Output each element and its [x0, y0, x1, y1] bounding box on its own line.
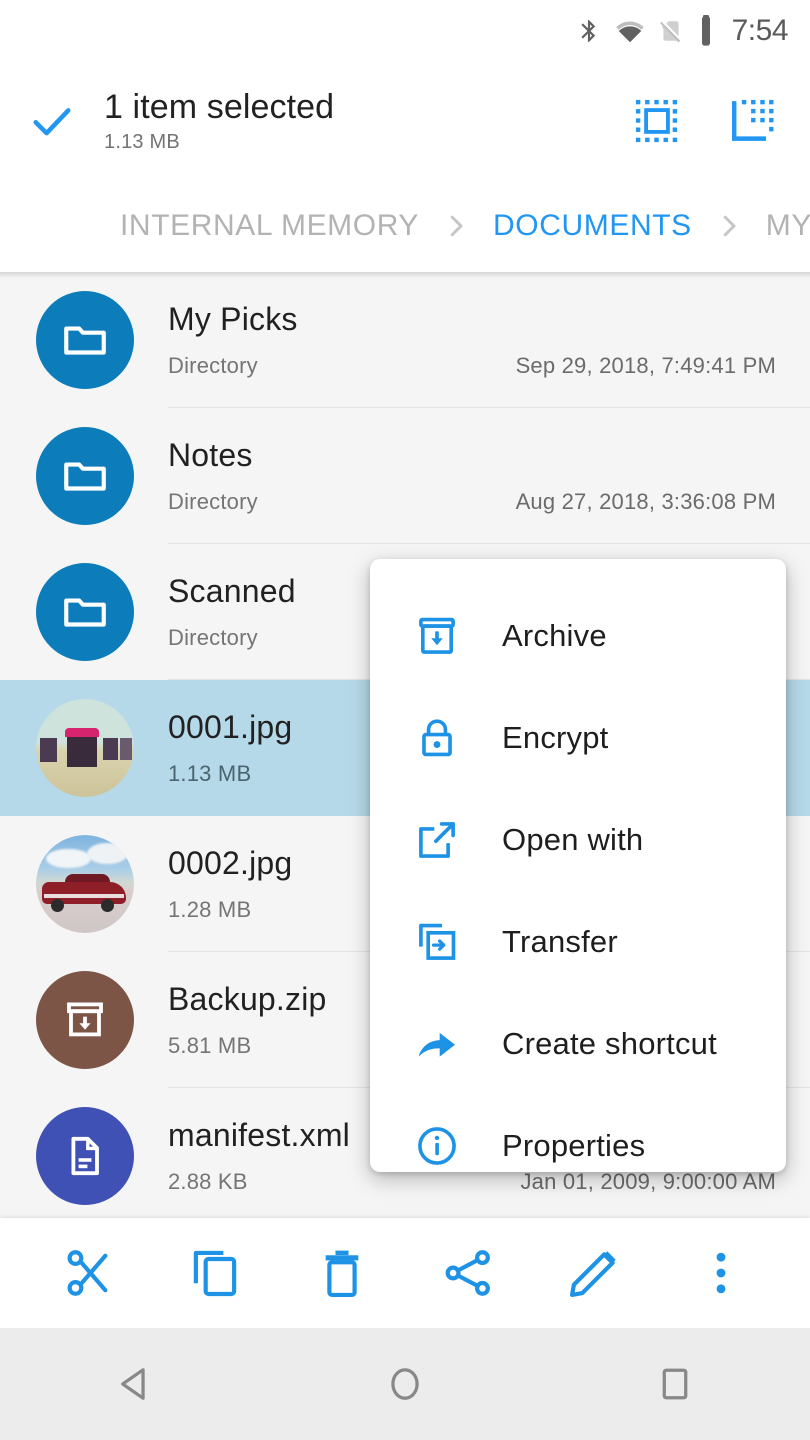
delete-button[interactable]	[305, 1236, 379, 1310]
more-vertical-icon	[716, 1252, 726, 1294]
share-icon	[445, 1250, 491, 1296]
row-content: Notes Directory Aug 27, 2018, 3:36:08 PM	[168, 437, 776, 515]
file-meta: 1.13 MB	[168, 760, 252, 786]
avatar	[36, 563, 134, 661]
menu-item-encrypt[interactable]: Encrypt	[370, 687, 786, 789]
status-bar-clock: 7:54	[731, 14, 789, 47]
breadcrumb-item-my-picks[interactable]: MY P	[766, 209, 810, 243]
menu-item-label: Properties	[502, 1128, 646, 1163]
image-thumbnail	[36, 835, 134, 933]
file-meta: 2.88 KB	[168, 1168, 248, 1194]
app-bar-actions	[630, 94, 810, 148]
file-name: Notes	[168, 437, 253, 474]
battery-icon	[697, 15, 715, 47]
wifi-icon	[615, 15, 645, 47]
file-meta: Directory	[168, 624, 258, 650]
square-recents-icon	[662, 1368, 688, 1400]
avatar	[36, 699, 134, 797]
breadcrumb-item-internal-memory[interactable]: INTERNAL MEMORY	[120, 209, 419, 243]
triangle-back-icon	[121, 1368, 145, 1400]
file-meta: Directory	[168, 488, 258, 514]
avatar	[36, 971, 134, 1069]
avatar	[36, 291, 134, 389]
menu-item-label: Encrypt	[502, 720, 609, 755]
invert-selection-icon	[732, 99, 774, 141]
trash-icon	[325, 1250, 359, 1298]
circle-home-icon	[391, 1368, 419, 1400]
breadcrumb: INTERNAL MEMORY DOCUMENTS MY P	[0, 180, 810, 272]
menu-item-create-shortcut[interactable]: Create shortcut	[370, 993, 786, 1095]
file-date: Sep 29, 2018, 7:49:41 PM	[515, 352, 776, 378]
archive-icon	[414, 613, 474, 659]
rename-button[interactable]	[557, 1236, 631, 1310]
lock-icon	[414, 715, 474, 761]
scissors-icon	[67, 1250, 108, 1296]
archive-icon	[67, 1002, 103, 1037]
avatar	[36, 1107, 134, 1205]
android-nav-bar	[0, 1328, 810, 1440]
nav-back-button[interactable]	[80, 1349, 190, 1419]
breadcrumb-item-documents[interactable]: DOCUMENTS	[493, 209, 692, 243]
share-button[interactable]	[431, 1236, 505, 1310]
transfer-icon	[414, 919, 474, 965]
folder-icon	[64, 598, 106, 627]
nav-home-button[interactable]	[350, 1349, 460, 1419]
shortcut-arrow-icon	[414, 1021, 474, 1067]
cut-button[interactable]	[52, 1236, 126, 1310]
menu-item-archive[interactable]: Archive	[370, 585, 786, 687]
avatar	[36, 835, 134, 933]
open-in-new-icon	[414, 817, 474, 863]
file-meta: Directory	[168, 352, 258, 378]
bluetooth-icon	[576, 15, 602, 47]
menu-item-properties[interactable]: Properties	[370, 1095, 786, 1172]
file-manager-screen: 7:54 1 item selected 1.13 MB INTERNAL ME…	[0, 0, 810, 1440]
menu-item-label: Archive	[502, 618, 607, 653]
select-all-icon	[635, 99, 678, 143]
info-icon	[414, 1123, 474, 1169]
clear-selection-button[interactable]	[0, 95, 104, 147]
file-name: My Picks	[168, 301, 298, 338]
menu-item-open-with[interactable]: Open with	[370, 789, 786, 891]
invert-selection-button[interactable]	[726, 94, 780, 148]
check-icon	[33, 108, 71, 136]
menu-item-label: Create shortcut	[502, 1026, 717, 1061]
selection-size: 1.13 MB	[104, 131, 180, 154]
selection-summary: 1 item selected 1.13 MB	[104, 88, 630, 154]
bottom-action-bar	[0, 1218, 810, 1328]
select-all-button[interactable]	[630, 94, 684, 148]
menu-item-transfer[interactable]: Transfer	[370, 891, 786, 993]
nav-recents-button[interactable]	[620, 1349, 730, 1419]
status-bar: 7:54	[0, 0, 810, 62]
avatar	[36, 427, 134, 525]
no-sim-icon	[658, 15, 684, 47]
table-row[interactable]: Notes Directory Aug 27, 2018, 3:36:08 PM	[0, 408, 810, 544]
image-thumbnail	[36, 699, 134, 797]
file-date: Aug 27, 2018, 3:36:08 PM	[515, 488, 776, 514]
file-meta: 5.81 MB	[168, 1032, 252, 1058]
copy-button[interactable]	[178, 1236, 252, 1310]
file-date: Jan 01, 2009, 9:00:00 AM	[520, 1168, 776, 1194]
folder-icon	[64, 462, 106, 491]
folder-icon	[64, 326, 106, 355]
selection-app-bar: 1 item selected 1.13 MB	[0, 62, 810, 180]
copy-icon	[194, 1250, 237, 1297]
row-content: My Picks Directory Sep 29, 2018, 7:49:41…	[168, 301, 776, 379]
table-row[interactable]: My Picks Directory Sep 29, 2018, 7:49:41…	[0, 272, 810, 408]
chevron-right-icon	[714, 211, 744, 241]
pencil-icon	[570, 1251, 617, 1298]
more-button[interactable]	[684, 1236, 758, 1310]
document-icon	[71, 1136, 99, 1176]
context-menu: Archive Encrypt Open with Transfer Creat…	[370, 559, 786, 1172]
selection-title: 1 item selected	[104, 87, 335, 126]
menu-item-label: Open with	[502, 822, 644, 857]
chevron-right-icon	[441, 211, 471, 241]
menu-item-label: Transfer	[502, 924, 618, 959]
file-meta: 1.28 MB	[168, 896, 252, 922]
